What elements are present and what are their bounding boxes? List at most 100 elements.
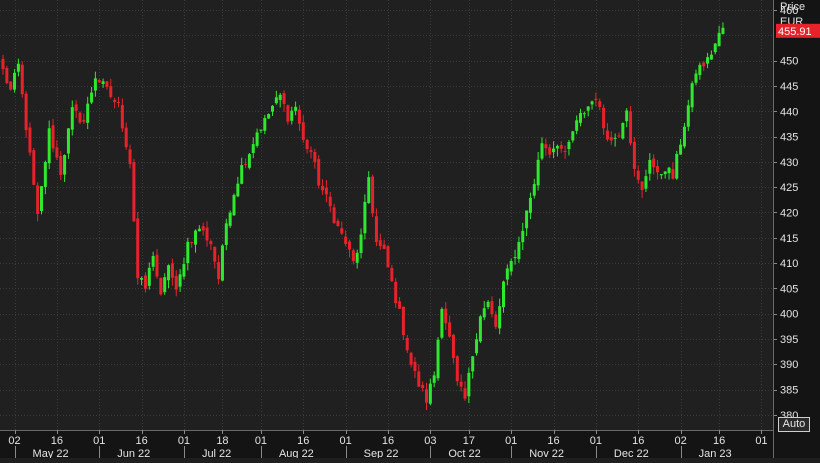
candle-body-down xyxy=(394,281,398,304)
candle-body-down xyxy=(128,149,132,164)
candle-body-down xyxy=(159,277,163,295)
x-month-label: Sep 22 xyxy=(364,448,399,458)
candle-body-up xyxy=(682,126,686,147)
candle-body-up xyxy=(698,64,702,75)
y-tick-label: 395 xyxy=(780,334,798,346)
candle-body-up xyxy=(613,137,617,139)
y-tick-label: 420 xyxy=(780,207,798,219)
candle-body-up xyxy=(586,106,590,111)
candle-body-up xyxy=(690,83,694,108)
candle-body-down xyxy=(413,361,417,371)
candle-body-down xyxy=(344,236,348,244)
candle-body-down xyxy=(59,155,63,175)
candle-body-down xyxy=(629,111,633,144)
candle-body-up xyxy=(147,267,151,286)
candle-body-up xyxy=(167,265,171,281)
candle-body-down xyxy=(286,105,290,122)
candle-body-down xyxy=(401,306,405,336)
x-month-label: Nov 22 xyxy=(529,448,564,458)
x-day-label: 16 xyxy=(382,435,394,447)
candle-body-up xyxy=(663,171,667,175)
candle-body-down xyxy=(636,170,640,180)
candle-body-down xyxy=(305,139,309,150)
candle-body-up xyxy=(555,145,559,149)
candle-body-down xyxy=(24,93,28,131)
candle-body-up xyxy=(432,375,436,383)
candle-body-up xyxy=(513,257,517,259)
candle-body-up xyxy=(590,101,594,105)
price-axis-title: Price xyxy=(780,1,805,13)
candle-body-up xyxy=(259,129,263,131)
candle-body-up xyxy=(271,105,274,112)
candle-body-up xyxy=(428,383,432,404)
candle-body-down xyxy=(213,246,217,262)
candle-body-up xyxy=(263,118,267,131)
candle-body-up xyxy=(86,103,90,123)
candle-body-up xyxy=(567,141,571,150)
x-day-label: 16 xyxy=(135,435,147,447)
candle-body-up xyxy=(140,278,144,280)
candle-body-up xyxy=(644,176,648,189)
candle-body-down xyxy=(9,81,13,90)
candle-body-down xyxy=(348,241,351,250)
candle-body-down xyxy=(324,187,328,195)
candle-body-up xyxy=(667,167,671,174)
candle-body-down xyxy=(656,166,659,173)
candle-body-up xyxy=(101,81,105,84)
candle-body-down xyxy=(459,381,463,387)
candle-body-up xyxy=(679,144,683,155)
candle-body-up xyxy=(528,197,532,213)
candle-body-up xyxy=(475,339,479,354)
candle-body-up xyxy=(43,162,47,187)
candle-body-up xyxy=(552,148,556,153)
candle-body-down xyxy=(143,275,147,289)
candle-body-up xyxy=(93,78,97,91)
candle-body-up xyxy=(194,230,197,245)
candle-body-up xyxy=(694,73,698,83)
candle-body-up xyxy=(294,106,298,111)
candle-body-down xyxy=(382,244,386,249)
candle-body-up xyxy=(220,245,224,281)
y-tick-label: 405 xyxy=(780,283,798,295)
y-tick-label: 425 xyxy=(780,182,798,194)
candle-body-down xyxy=(82,119,86,122)
candle-body-up xyxy=(251,144,255,153)
candle-body-up xyxy=(571,131,575,141)
auto-scale-button[interactable]: Auto xyxy=(778,417,810,432)
candle-body-down xyxy=(321,185,325,191)
candle-body-up xyxy=(363,201,367,234)
candle-body-down xyxy=(374,216,378,243)
candle-body-up xyxy=(625,110,629,122)
candle-body-up xyxy=(525,210,529,229)
candle-body-down xyxy=(548,147,552,155)
candle-body-up xyxy=(178,274,182,287)
candle-body-up xyxy=(471,356,475,372)
x-month-label: Aug 22 xyxy=(279,448,314,458)
candle-body-down xyxy=(309,150,313,152)
x-day-label: 02 xyxy=(8,435,20,447)
candle-body-up xyxy=(540,143,544,159)
candle-body-up xyxy=(355,252,359,263)
candle-body-up xyxy=(721,27,725,34)
candle-body-up xyxy=(467,372,471,397)
candle-body-down xyxy=(205,227,209,241)
x-day-label: 02 xyxy=(674,435,686,447)
candle-body-up xyxy=(706,57,710,64)
candle-body-up xyxy=(290,110,294,121)
candle-body-up xyxy=(509,261,513,272)
candle-body-down xyxy=(32,150,36,185)
last-price-label: 455.91 xyxy=(778,26,812,38)
candle-body-down xyxy=(617,135,621,137)
y-tick-label: 440 xyxy=(780,106,798,118)
candle-body-up xyxy=(267,114,271,119)
y-tick-label: 390 xyxy=(780,359,798,371)
candle-body-up xyxy=(498,306,502,329)
candle-body-down xyxy=(463,388,467,399)
candle-body-down xyxy=(455,356,459,382)
x-day-label: 16 xyxy=(297,435,309,447)
candle-body-down xyxy=(371,176,375,214)
candle-body-down xyxy=(174,276,178,290)
candle-body-down xyxy=(405,337,409,351)
candle-body-up xyxy=(482,308,486,318)
candle-body-down xyxy=(563,150,567,152)
